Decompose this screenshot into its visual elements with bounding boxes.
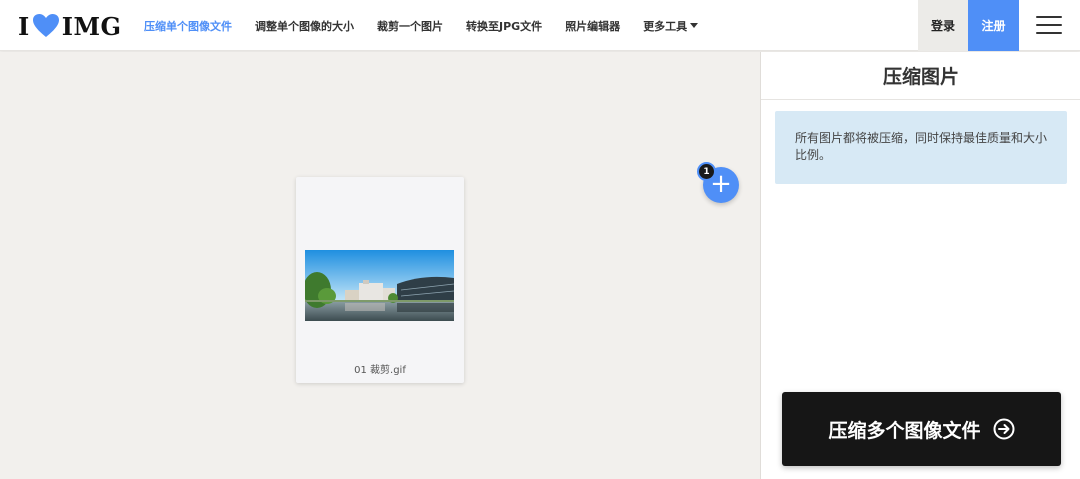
nav-crop-image[interactable]: 裁剪一个图片 [377,18,443,34]
heart-icon [32,14,59,37]
nav-label: 压缩单个图像文件 [144,19,232,33]
nav-label: 转换至JPG文件 [466,19,543,33]
nav-label: 照片编辑器 [565,19,621,33]
compress-button-label: 压缩多个图像文件 [828,419,981,442]
nav-label: 更多工具 [643,19,688,33]
top-header: I IMG 压缩单个图像文件 调整单个图像的大小 裁剪一个图片 转换至JPG文件… [0,0,1080,51]
sidebar-title: 压缩图片 [761,52,1080,100]
nav-more-tools[interactable]: 更多工具 [643,18,699,34]
nav-label: 调整单个图像的大小 [255,19,354,33]
nav-resize-image[interactable]: 调整单个图像的大小 [255,18,354,34]
nav-compress-image[interactable]: 压缩单个图像文件 [144,18,232,34]
arrow-right-circle-icon [993,418,1014,440]
info-message: 所有图片都将被压缩，同时保持最佳质量和大小比例。 [775,111,1067,184]
file-card[interactable]: 01 裁剪.gif [296,177,464,383]
nav-photo-editor[interactable]: 照片编辑器 [565,18,620,34]
nav-convert-to-jpg[interactable]: 转换至JPG文件 [466,18,542,34]
logo-text-i: I [18,11,30,41]
file-name: 01 裁剪.gif [354,365,406,376]
main-nav: 压缩单个图像文件 调整单个图像的大小 裁剪一个图片 转换至JPG文件 照片编辑器… [144,0,721,51]
upload-workspace: 01 裁剪.gif + 1 [0,52,760,479]
options-sidebar: 压缩图片 所有图片都将被压缩，同时保持最佳质量和大小比例。 压缩多个图像文件 [760,52,1080,479]
image-thumbnail [305,250,454,321]
nav-label: 裁剪一个图片 [377,19,443,33]
file-count-badge: 1 [697,162,716,181]
signup-button[interactable]: 注册 [968,0,1019,51]
thumbnail-image [305,250,454,321]
logo-text-img: IMG [61,11,122,41]
hamburger-menu-icon[interactable] [1036,16,1062,36]
caret-down-icon [690,23,699,28]
login-button[interactable]: 登录 [918,0,968,51]
ilovimg-logo[interactable]: I IMG [18,11,122,41]
compress-images-button[interactable]: 压缩多个图像文件 [782,392,1061,466]
